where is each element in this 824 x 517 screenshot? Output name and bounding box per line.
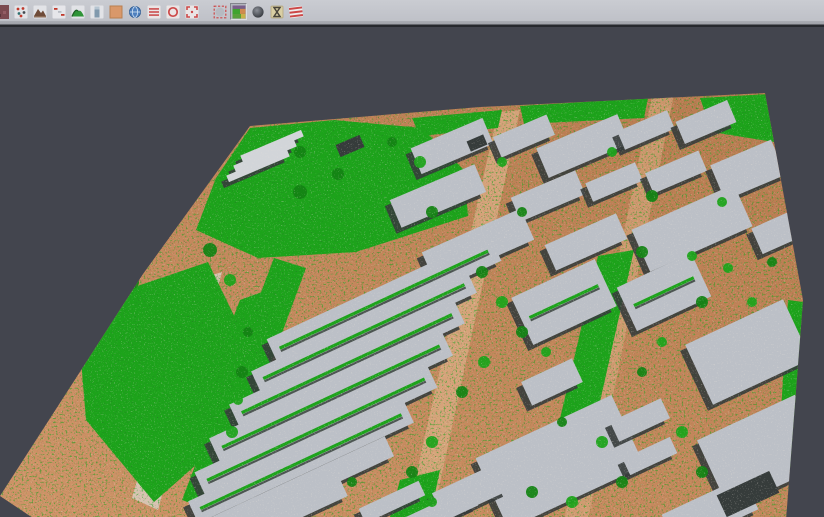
cross-section-icon[interactable] <box>50 3 67 20</box>
bounds-icon[interactable] <box>211 3 228 20</box>
terrain-content <box>0 27 824 517</box>
point-cloud-icon[interactable] <box>12 3 29 20</box>
sphere-icon[interactable] <box>249 3 266 20</box>
selection-brackets-icon[interactable] <box>183 3 200 20</box>
globe-icon[interactable] <box>126 3 143 20</box>
vegetation-icon[interactable] <box>69 3 86 20</box>
terrain-icon[interactable] <box>31 3 48 20</box>
application-window <box>0 0 824 517</box>
hourglass-icon[interactable] <box>268 3 285 20</box>
stripes-icon[interactable] <box>287 3 304 20</box>
toolbar-spacer <box>202 4 211 19</box>
classification-colors-icon[interactable] <box>230 3 247 20</box>
orthophoto-icon[interactable] <box>107 3 124 20</box>
red-lines-icon[interactable] <box>145 3 162 20</box>
noise-overlay-light <box>0 27 824 517</box>
clipped-tool-icon[interactable] <box>0 3 10 20</box>
viewport-3d[interactable] <box>0 27 824 517</box>
toolbar <box>0 0 824 21</box>
column-icon[interactable] <box>88 3 105 20</box>
red-circle-icon[interactable] <box>164 3 181 20</box>
viewport-3d-canvas[interactable] <box>0 27 824 517</box>
